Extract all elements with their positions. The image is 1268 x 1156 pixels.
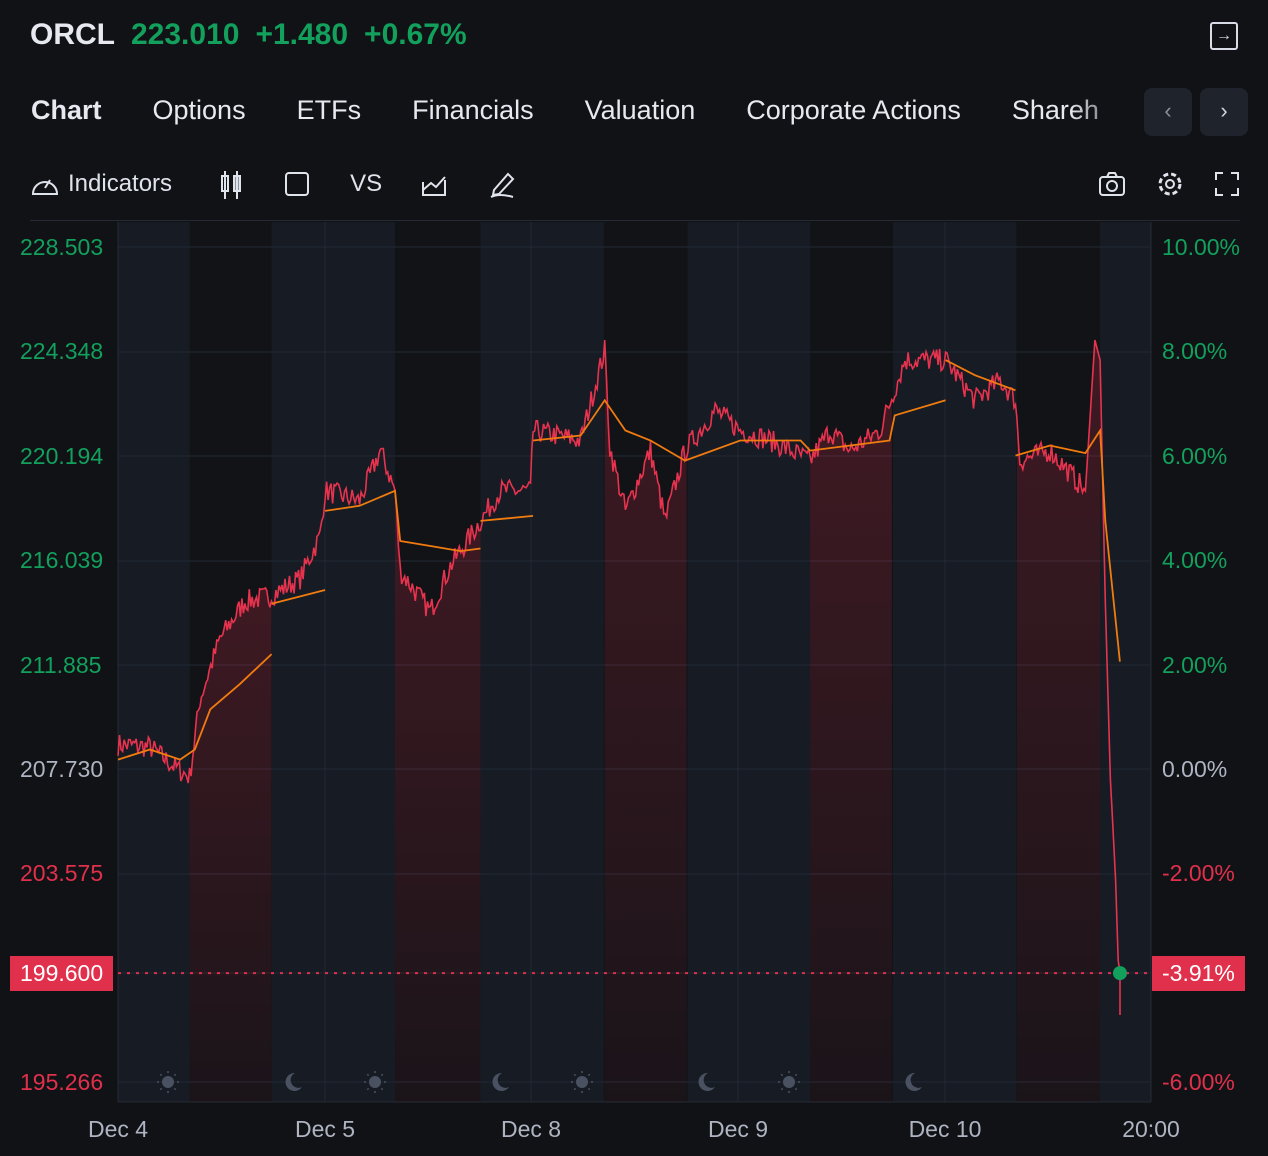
y-tick-left: 207.730: [20, 756, 104, 782]
sun-ray: [380, 1073, 384, 1077]
session-area-fill: [810, 399, 892, 1102]
last-price-tag: 199.600: [10, 956, 114, 991]
y-tick-right: 2.00%: [1162, 652, 1228, 678]
sun-ray: [159, 1087, 163, 1091]
x-tick: Dec 5: [294, 1116, 356, 1142]
sun-ray: [573, 1073, 577, 1077]
sun-icon: [369, 1076, 381, 1088]
y-tick-right: 10.00%: [1162, 234, 1241, 260]
sun-ray: [794, 1087, 798, 1091]
sun-ray: [780, 1073, 784, 1077]
x-tick: Dec 10: [908, 1116, 982, 1142]
last-price-dot: [1113, 966, 1127, 981]
sun-ray: [780, 1087, 784, 1091]
sun-ray: [587, 1073, 591, 1077]
sun-icon: [783, 1076, 795, 1088]
sun-ray: [587, 1087, 591, 1091]
y-tick-right: 0.00%: [1162, 756, 1228, 782]
sun-ray: [380, 1087, 384, 1091]
y-tick-left: 220.194: [20, 443, 104, 469]
x-tick: Dec 8: [500, 1116, 562, 1142]
sun-ray: [159, 1073, 163, 1077]
y-tick-left: 211.885: [20, 652, 102, 678]
x-tick: 20:00: [1122, 1116, 1180, 1142]
y-tick-left: 203.575: [20, 860, 104, 886]
sun-icon: [162, 1076, 174, 1088]
y-tick-right: -6.00%: [1162, 1069, 1235, 1095]
sun-ray: [794, 1073, 798, 1077]
y-tick-right: 6.00%: [1162, 443, 1228, 469]
x-tick: Dec 4: [87, 1116, 149, 1142]
sun-ray: [173, 1073, 177, 1077]
y-tick-left: 216.039: [20, 547, 104, 573]
sun-ray: [573, 1087, 577, 1091]
x-tick: Dec 9: [707, 1116, 769, 1142]
y-tick-left: 195.266: [20, 1069, 104, 1095]
last-pct-tag: -3.91%: [1152, 956, 1245, 991]
sun-ray: [366, 1073, 370, 1077]
sun-ray: [366, 1087, 370, 1091]
y-tick-right: 8.00%: [1162, 338, 1228, 364]
y-tick-right: 4.00%: [1162, 547, 1228, 573]
sun-ray: [173, 1087, 177, 1091]
y-tick-left: 228.503: [20, 234, 104, 260]
y-tick-right: -2.00%: [1162, 860, 1235, 886]
y-tick-left: 224.348: [20, 338, 104, 364]
sun-icon: [576, 1076, 588, 1088]
price-chart[interactable]: [0, 0, 1268, 1156]
